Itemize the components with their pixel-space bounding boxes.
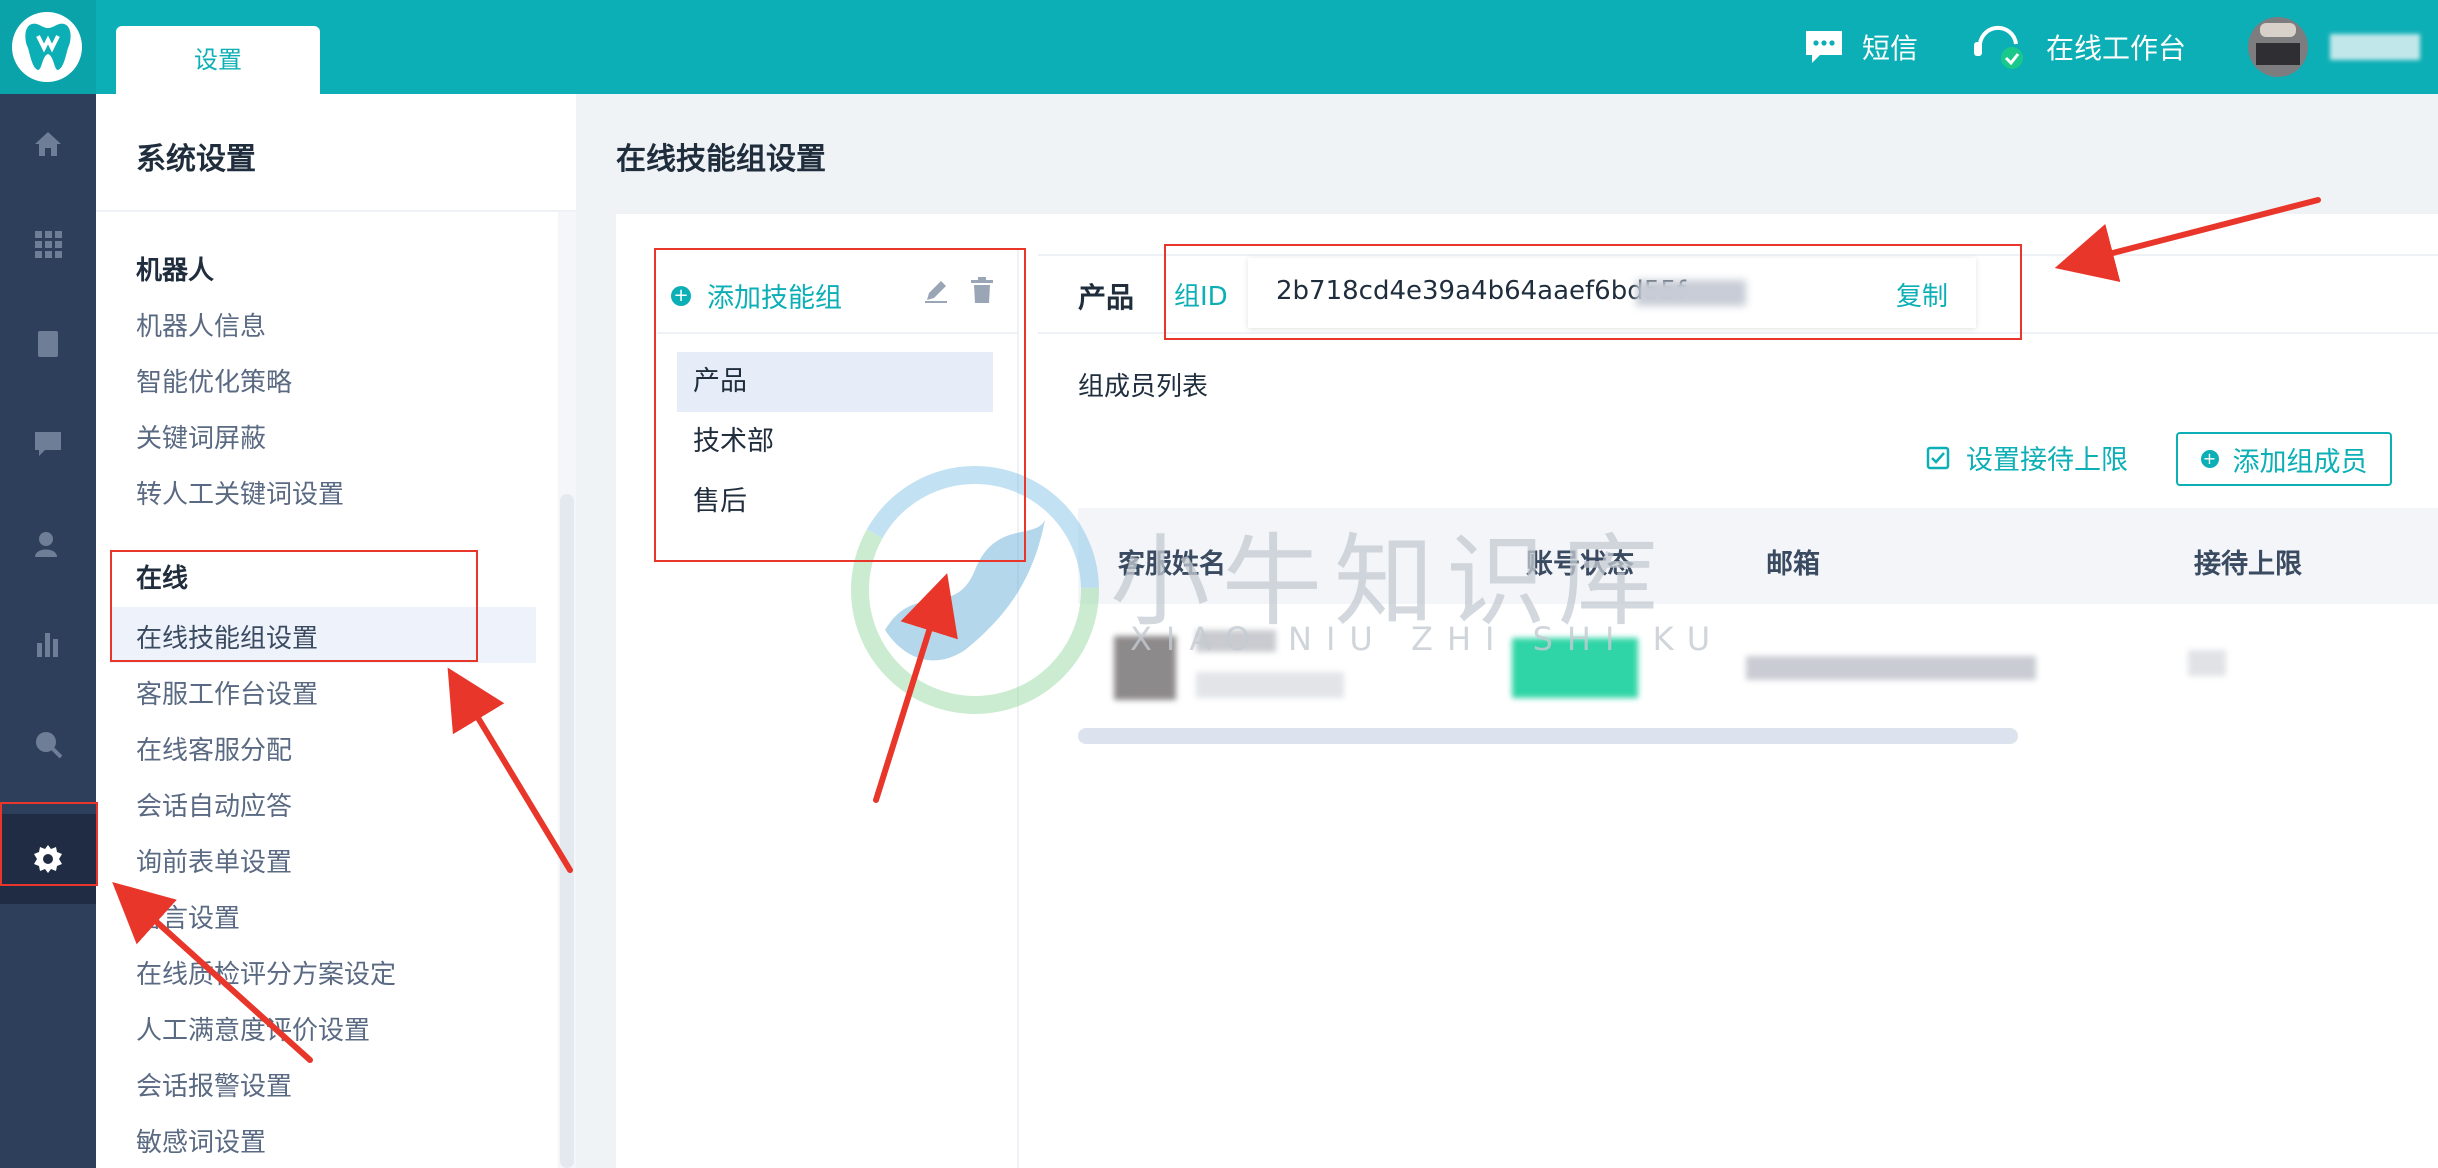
annotation-box-menu-item [110, 550, 478, 662]
workbench-button[interactable]: 在线工作台 [1972, 0, 2186, 94]
nav-apps[interactable] [0, 214, 96, 274]
menu-item-sensitive-words[interactable]: 敏感词设置 [136, 1122, 266, 1159]
menu-item-pre-chat-form[interactable]: 询前表单设置 [136, 842, 292, 879]
menu-item-smart-strategy[interactable]: 智能优化策略 [136, 362, 292, 399]
add-member-label: 添加组成员 [2232, 446, 2368, 478]
menu-item-auto-reply[interactable]: 会话自动应答 [136, 786, 292, 823]
annotation-box-settings-icon [0, 802, 98, 886]
table-horizontal-scrollbar[interactable] [1078, 728, 2018, 744]
nav-users[interactable] [0, 514, 96, 574]
set-limit-button[interactable]: 设置接待上限 [1926, 438, 2128, 477]
members-title: 组成员列表 [1078, 372, 1209, 402]
annotation-box-group-id [1164, 244, 2022, 340]
grid-icon [35, 231, 62, 258]
bar-chart-icon [37, 633, 58, 657]
menu-item-robot-info[interactable]: 机器人信息 [136, 306, 266, 343]
menu-item-message-settings[interactable]: 留言设置 [136, 898, 240, 935]
top-bar: 设置 短信 在线工作台 [0, 0, 2438, 94]
menu-item-session-alert[interactable]: 会话报警设置 [136, 1066, 292, 1103]
chat-icon [35, 432, 61, 456]
book-icon [38, 331, 58, 357]
add-member-button[interactable]: + 添加组成员 [2176, 432, 2392, 486]
menu-item-keyword-block[interactable]: 关键词屏蔽 [136, 418, 266, 455]
nav-docs[interactable] [0, 314, 96, 374]
plus-circle-icon: + [2200, 450, 2219, 468]
menu-item-transfer-keywords[interactable]: 转人工关键词设置 [136, 474, 344, 511]
menu-item-satisfaction[interactable]: 人工满意度评价设置 [136, 1010, 370, 1047]
menu-title: 系统设置 [136, 142, 256, 177]
nav-quality[interactable] [0, 714, 96, 774]
col-email[interactable]: 邮箱 [1766, 542, 1820, 581]
page-title: 在线技能组设置 [616, 142, 826, 177]
menu-group-robot: 机器人 [136, 256, 215, 286]
annotation-box-skill-groups [654, 248, 1026, 562]
col-reception-limit[interactable]: 接待上限 [2194, 542, 2302, 581]
menu-item-quality-scoring[interactable]: 在线质检评分方案设定 [136, 954, 396, 991]
username-redacted[interactable] [2330, 34, 2420, 60]
sms-label: 短信 [1862, 32, 1919, 65]
avatar-detail [2256, 43, 2300, 65]
row-email-redacted [1746, 656, 2036, 680]
workbench-label: 在线工作台 [2046, 32, 2187, 65]
headset-status-icon [1974, 25, 2023, 69]
avatar[interactable] [2248, 17, 2308, 77]
menu-scrollbar-thumb[interactable] [560, 494, 574, 1168]
nav-stats[interactable] [0, 614, 96, 674]
tab-settings[interactable]: 设置 [116, 26, 320, 94]
selected-group-name: 产品 [1078, 281, 1135, 314]
sms-button[interactable]: 短信 [1804, 0, 1918, 94]
app-logo[interactable] [0, 0, 96, 94]
nav-home[interactable] [0, 114, 96, 174]
nav-chat[interactable] [0, 414, 96, 474]
row-limit-redacted [2188, 650, 2226, 676]
avatar-detail [2260, 23, 2296, 37]
users-icon [35, 532, 57, 557]
watermark-subtext: XIAO NIU ZHI SHI KU [1130, 620, 1725, 658]
menu-item-workbench-settings[interactable]: 客服工作台设置 [136, 674, 318, 711]
menu-item-agent-assignment[interactable]: 在线客服分配 [136, 730, 292, 767]
home-icon [35, 132, 61, 156]
icon-sidebar [0, 94, 96, 1168]
search-check-icon [36, 732, 63, 759]
checkbox-icon [1926, 446, 1950, 469]
set-limit-label: 设置接待上限 [1966, 445, 2128, 476]
menu-divider [96, 210, 576, 212]
sms-icon [1806, 31, 1842, 63]
row-name-redacted [1196, 672, 1344, 698]
tooth-icon [25, 23, 71, 71]
